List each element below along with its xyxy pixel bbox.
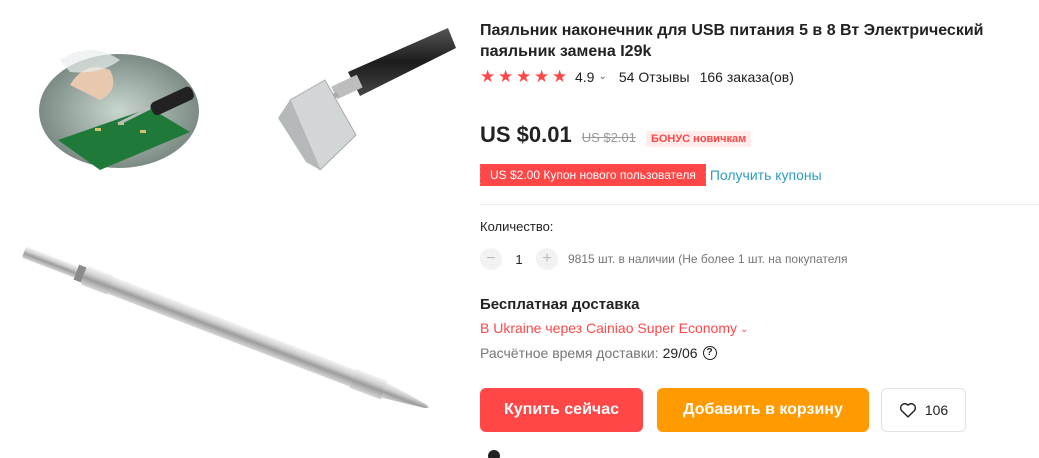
increase-quantity-button[interactable]: + <box>536 248 558 270</box>
rating-row: ★ ★ ★ ★ ★ 4.9 ⌄ 54 Отзывы 166 заказа(ов) <box>480 66 794 88</box>
star-icon: ★ <box>480 67 496 86</box>
shipping-route: В Ukraine через Cainiao Super Economy <box>480 320 737 336</box>
product-title: Паяльник наконечник для USB питания 5 в … <box>480 22 984 60</box>
chevron-down-icon: ⌄ <box>739 324 749 335</box>
delivery-time: Расчётное время доставки: 29/06 ? <box>480 345 717 361</box>
star-rating: ★ ★ ★ ★ ★ <box>480 67 568 86</box>
quantity-value[interactable]: 1 <box>502 252 536 267</box>
delivery-date: 29/06 <box>662 345 698 361</box>
delivery-time-label: Расчётное время доставки: <box>480 345 659 361</box>
quantity-stepper: − 1 + 9815 шт. в наличии (Не более 1 шт.… <box>480 247 848 271</box>
quantity-label: Количество: <box>480 219 554 234</box>
buyer-protection <box>480 450 510 458</box>
current-price: US $0.01 <box>480 122 572 147</box>
star-icon: ★ <box>498 67 514 86</box>
chevron-down-icon[interactable]: ⌄ <box>598 71 606 82</box>
shipping-method-selector[interactable]: В Ukraine через Cainiao Super Economy ⌄ <box>480 320 748 336</box>
product-photo <box>22 28 456 408</box>
inset-handle-photo <box>278 28 456 171</box>
star-icon: ★ <box>516 67 532 86</box>
shield-icon <box>488 450 500 458</box>
orders-count: 166 заказа(ов) <box>699 69 794 85</box>
decrease-quantity-button[interactable]: − <box>480 248 502 270</box>
divider <box>480 204 1039 205</box>
question-circle-icon[interactable]: ? <box>702 346 717 360</box>
inset-pcb-photo <box>39 50 199 170</box>
wishlist-button[interactable]: 106 <box>881 388 966 432</box>
wishlist-count: 106 <box>924 402 949 418</box>
coupon-row: US $2.00 Купон нового пользователя Получ… <box>478 163 822 187</box>
star-icon: ★ <box>552 67 568 86</box>
star-icon: ★ <box>534 67 550 86</box>
heart-icon <box>899 403 916 418</box>
bonus-badge: БОНУС новичкам <box>645 131 752 147</box>
product-info: Паяльник наконечник для USB питания 5 в … <box>478 0 1039 458</box>
main-tip-photo <box>22 246 430 408</box>
get-coupons-link[interactable]: Получить купоны <box>710 167 822 183</box>
coupon-tag[interactable]: US $2.00 Купон нового пользователя <box>478 164 708 186</box>
action-buttons: Купить сейчас Добавить в корзину 106 <box>480 388 966 432</box>
original-price: US $2.01 <box>581 130 636 145</box>
add-to-cart-button[interactable]: Добавить в корзину <box>657 388 869 432</box>
product-image[interactable] <box>0 0 462 458</box>
buy-now-button[interactable]: Купить сейчас <box>480 388 643 432</box>
shipping-title: Бесплатная доставка <box>480 296 640 313</box>
rating-value[interactable]: 4.9 <box>575 69 594 85</box>
price-row: US $0.01 US $2.01 БОНУС новичкам <box>480 122 752 150</box>
reviews-link[interactable]: 54 Отзывы <box>619 69 690 85</box>
stock-info: 9815 шт. в наличии (Не более 1 шт. на по… <box>568 252 848 266</box>
